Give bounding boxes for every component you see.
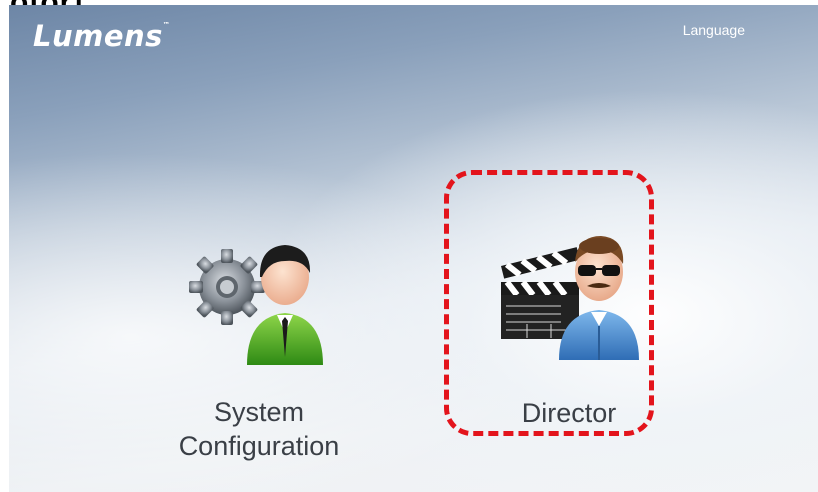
language-link[interactable]: Language [683,22,745,38]
system-configuration-label: System Configuration [178,397,340,461]
highlight-annotation-box [444,170,654,436]
lumens-logo: Lumens™ [33,19,171,53]
admin-gear-icon [189,245,323,365]
system-configuration-tile[interactable]: System Configuration [179,225,344,465]
lumens-main-screen: Lumens™ Language System Configuration Di… [9,5,818,492]
